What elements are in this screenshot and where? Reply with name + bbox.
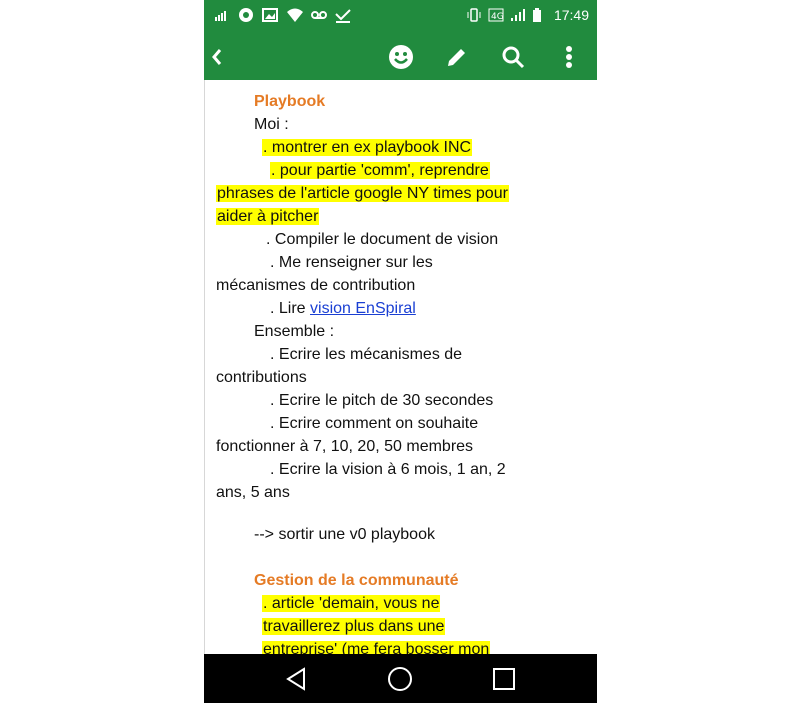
nav-back-button[interactable] bbox=[282, 664, 312, 694]
edit-pencil-icon bbox=[448, 49, 465, 66]
text-line: Moi : bbox=[254, 116, 289, 133]
more-options-button[interactable] bbox=[555, 43, 583, 71]
text-line: fonctionner à 7, 10, 20, 50 membres bbox=[216, 438, 474, 455]
text-line: ans, 5 ans bbox=[216, 484, 290, 501]
chat-bubble-icon bbox=[238, 7, 254, 23]
text-line: mécanismes de contribution bbox=[216, 277, 416, 294]
status-bar: 4G 17:49 bbox=[204, 0, 597, 34]
nav-recents-button[interactable] bbox=[489, 664, 519, 694]
battery-icon bbox=[532, 7, 548, 23]
app-bar bbox=[204, 34, 597, 80]
text-line: contributions bbox=[216, 369, 307, 386]
phone-screen: 4G 17:49 Playbook Moi: . montrer en ex … bbox=[204, 0, 597, 703]
nav-home-button[interactable] bbox=[385, 664, 415, 694]
emoji-icon bbox=[389, 45, 413, 69]
text-line: . Ecrire comment on souhaite bbox=[270, 415, 479, 432]
svg-text:4G: 4G bbox=[491, 12, 504, 22]
heading-playbook: Playbook bbox=[254, 93, 326, 110]
text-line: . Compiler le document de vision bbox=[266, 231, 499, 248]
text-line: . Ecrire les mécanismes de bbox=[270, 346, 463, 363]
text-line: . Ecrire la vision à 6 mois, 1 an, 2 bbox=[270, 461, 506, 478]
data-4g-icon: 4G bbox=[488, 7, 504, 23]
signal-bars-icon bbox=[214, 7, 230, 23]
nav-recents-icon bbox=[493, 668, 515, 690]
back-icon bbox=[212, 49, 222, 65]
search-button[interactable] bbox=[499, 43, 527, 71]
wifi-question-icon bbox=[286, 7, 303, 23]
highlighted-text: . montrer en ex playbook INC bbox=[262, 139, 473, 156]
highlighted-text: entreprise' (me fera bosser mon bbox=[262, 641, 491, 654]
image-icon bbox=[262, 7, 278, 23]
back-button[interactable] bbox=[210, 44, 228, 70]
edit-button[interactable] bbox=[443, 43, 471, 71]
text-line: --> sortir une v0 playbook bbox=[254, 526, 435, 543]
cell-signal-icon bbox=[510, 7, 526, 23]
search-icon bbox=[502, 46, 525, 69]
highlighted-text: . pour partie 'comm', reprendre bbox=[270, 162, 490, 179]
text-line: . Ecrire le pitch de 30 secondes bbox=[270, 392, 494, 409]
text-line: . Me renseigner sur les bbox=[270, 254, 433, 271]
text-line: Ensemble : bbox=[254, 323, 335, 340]
text-line: . Lire bbox=[270, 300, 311, 317]
check-download-icon bbox=[334, 7, 351, 23]
highlighted-text: phrases de l'article google NY times pou… bbox=[216, 185, 509, 202]
note-content[interactable]: Playbook Moi : . montrer en ex playbook … bbox=[204, 80, 597, 654]
more-vert-icon bbox=[566, 46, 572, 68]
status-time: 17:49 bbox=[553, 7, 589, 23]
nav-back-icon bbox=[286, 667, 305, 691]
vibrate-icon bbox=[466, 7, 482, 23]
highlighted-text: travaillerez plus dans une bbox=[262, 618, 446, 635]
highlighted-text: . article 'demain, vous ne bbox=[262, 595, 441, 612]
emoji-button[interactable] bbox=[387, 43, 415, 71]
voicemail-icon bbox=[310, 7, 327, 23]
vision-enspiral-link[interactable]: vision EnSpiral bbox=[310, 300, 416, 317]
nav-home-icon bbox=[388, 667, 412, 691]
system-nav-bar bbox=[204, 654, 597, 703]
heading-gestion-communaute: Gestion de la communauté bbox=[254, 572, 459, 589]
highlighted-text: aider à pitcher bbox=[216, 208, 320, 225]
